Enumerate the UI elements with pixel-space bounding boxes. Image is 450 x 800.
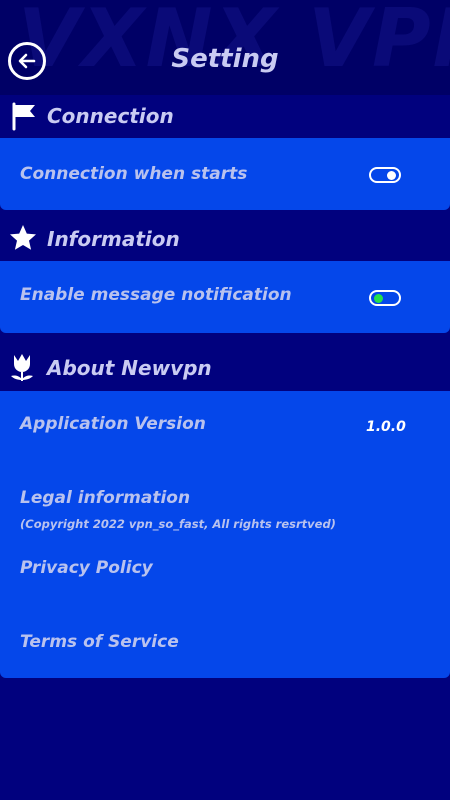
enable-message-notification-label: Enable message notification — [20, 285, 292, 305]
header-bar: VXNX VPN Setting — [0, 0, 450, 95]
toggle-knob — [387, 171, 396, 180]
terms-of-service-link[interactable]: Terms of Service — [20, 632, 179, 652]
legal-information-link[interactable]: Legal information — [20, 488, 190, 508]
application-version-label: Application Version — [20, 414, 206, 434]
connection-when-starts-label: Connection when starts — [20, 164, 248, 184]
section-information-header: Information — [0, 219, 450, 259]
about-card: Application Version 1.0.0 Legal informat… — [0, 391, 450, 678]
page-title: Setting — [171, 44, 279, 74]
application-version-value: 1.0.0 — [366, 419, 406, 435]
section-title-about: About Newvpn — [47, 356, 212, 380]
toggle-knob — [374, 294, 383, 303]
enable-message-notification-toggle[interactable] — [369, 290, 401, 306]
section-about-header: About Newvpn — [0, 348, 450, 388]
privacy-policy-link[interactable]: Privacy Policy — [20, 558, 153, 578]
flag-icon — [12, 102, 35, 131]
connection-when-starts-toggle[interactable] — [369, 167, 401, 183]
copyright-note: (Copyright 2022 vpn_so_fast, All rights … — [20, 517, 336, 531]
section-connection-header: Connection — [0, 96, 450, 136]
section-title-connection: Connection — [47, 104, 174, 128]
tulip-icon — [11, 354, 33, 381]
information-card: Enable message notification — [0, 261, 450, 333]
section-title-information: Information — [47, 227, 180, 251]
star-icon — [10, 225, 36, 250]
connection-card: Connection when starts — [0, 138, 450, 210]
